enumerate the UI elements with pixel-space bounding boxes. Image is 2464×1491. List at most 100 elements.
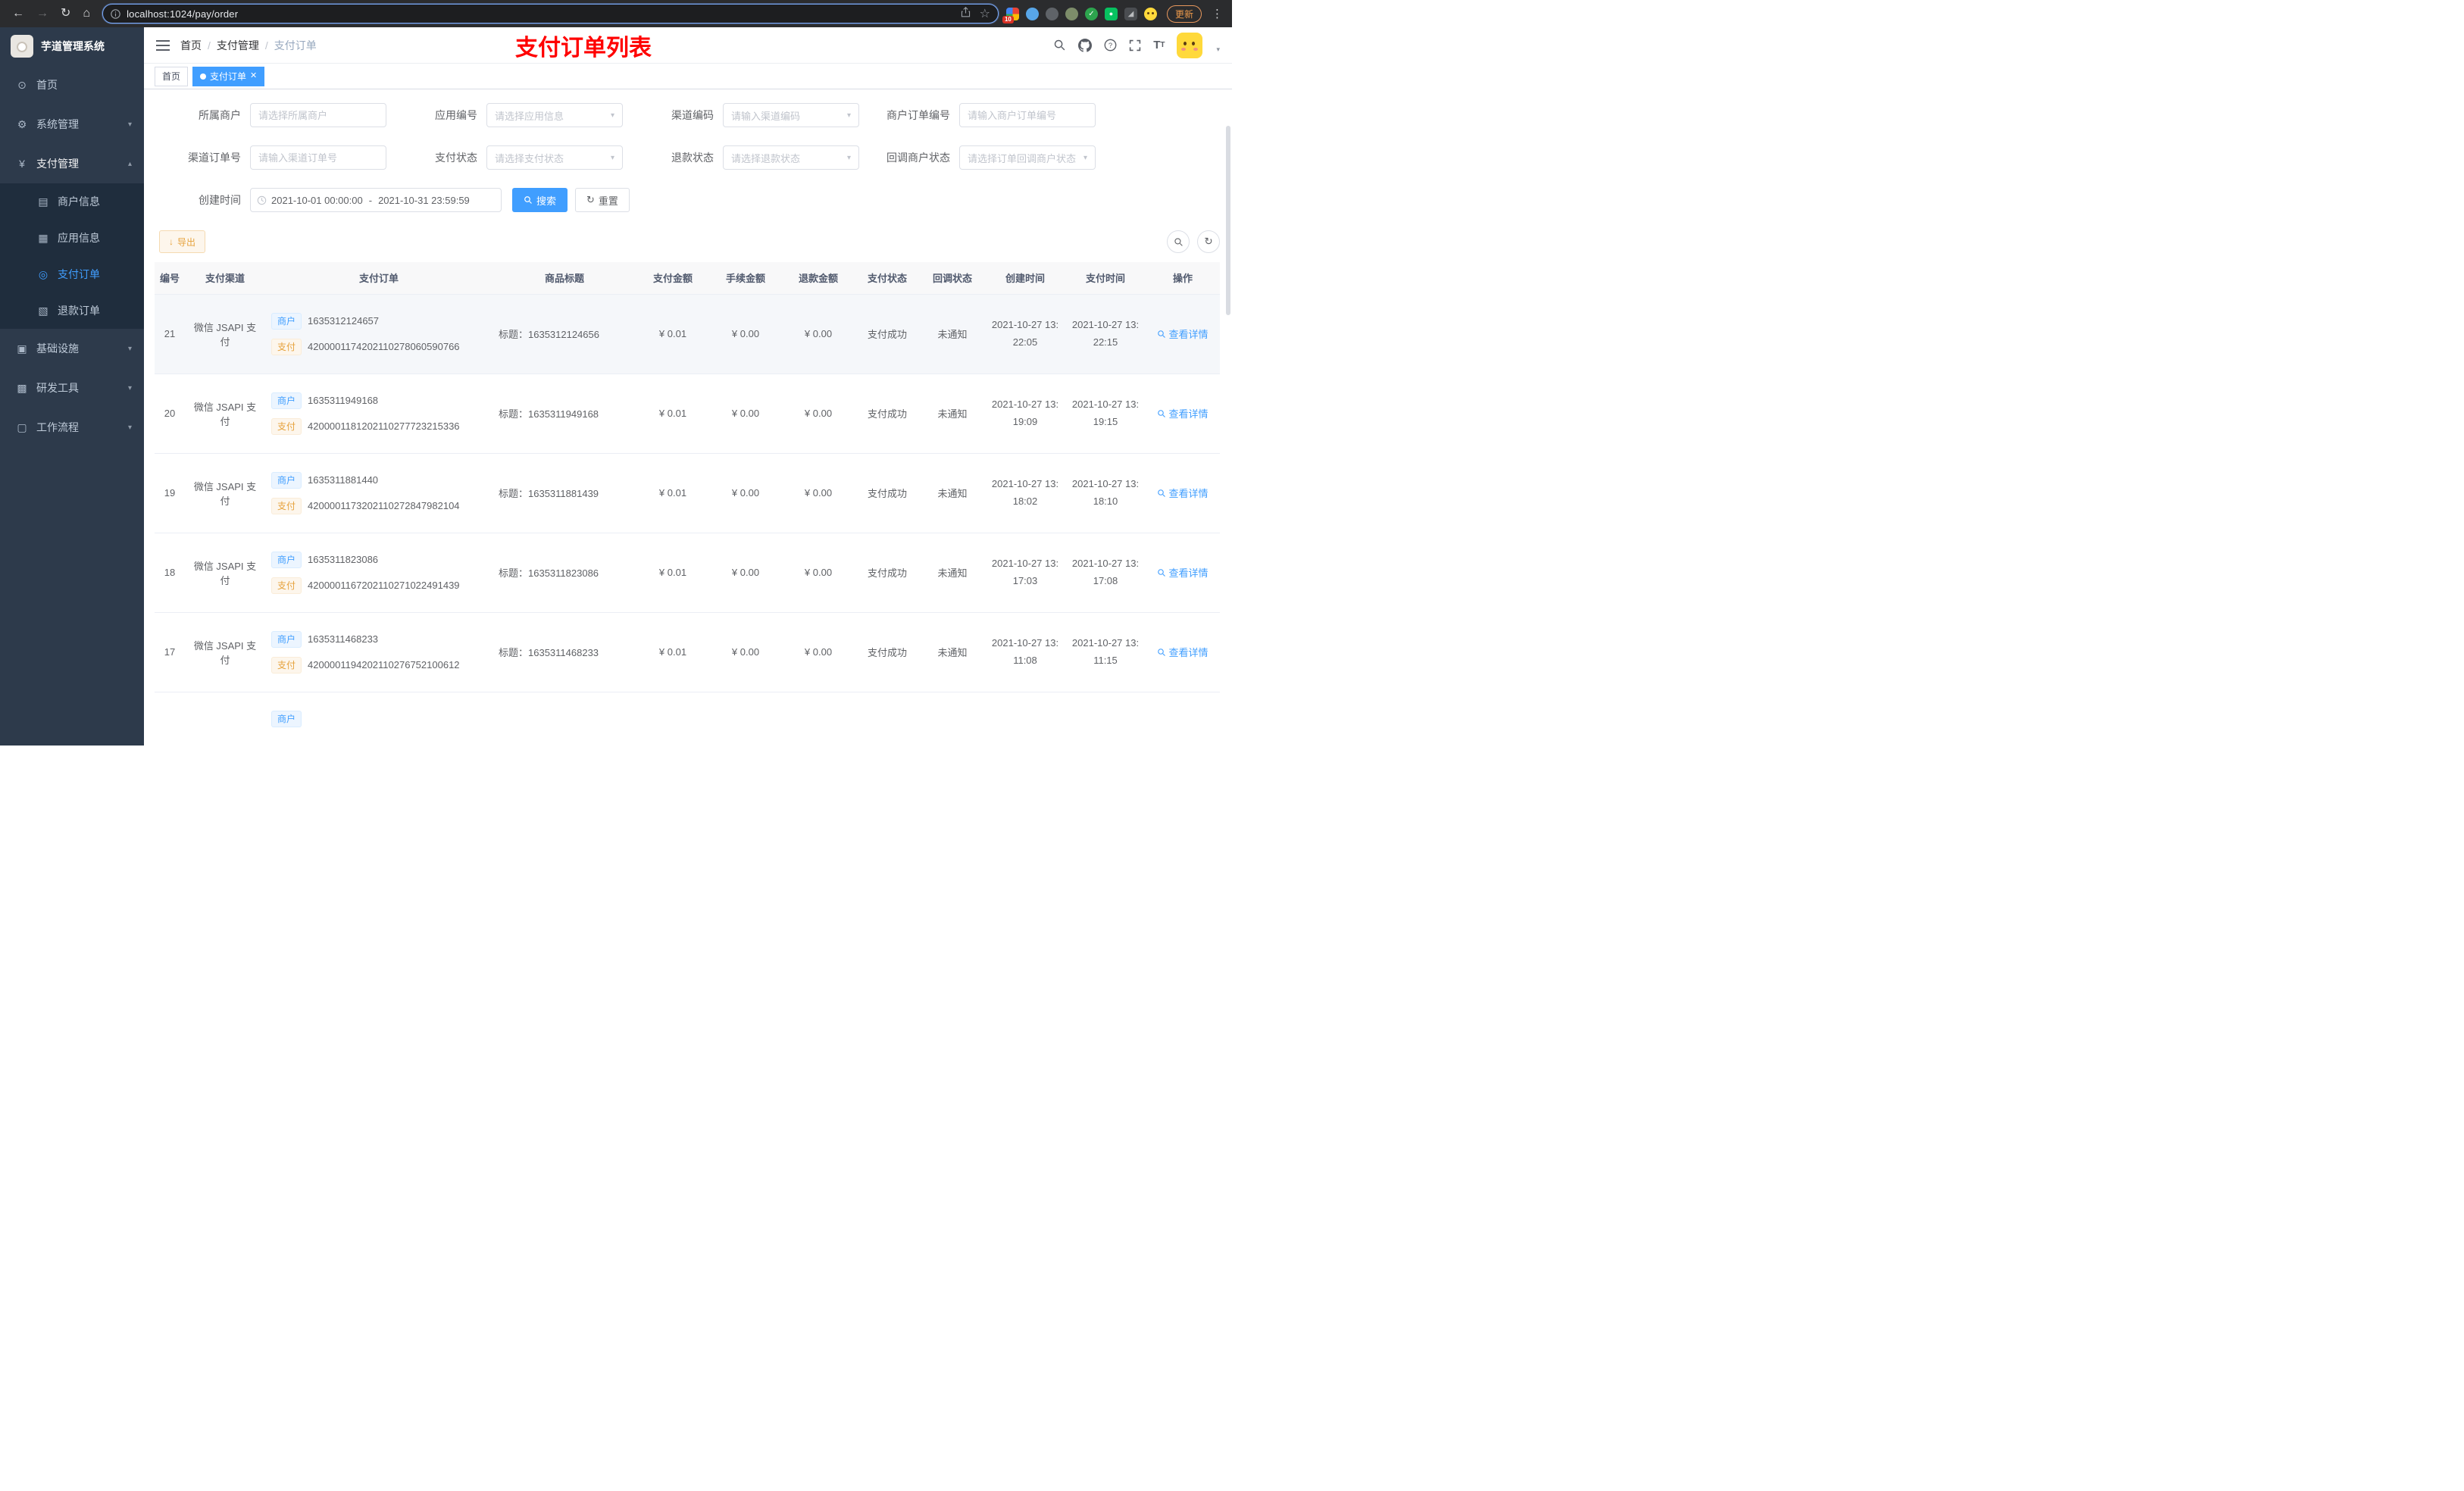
- bookmark-star-icon[interactable]: ☆: [980, 6, 990, 21]
- sidebar-item-home[interactable]: ⊙ 首页: [0, 65, 144, 105]
- github-icon[interactable]: [1078, 38, 1093, 52]
- filter-field-merchant-order-no: 商户订单编号: [864, 103, 1100, 127]
- channel-order-no-input[interactable]: [250, 145, 386, 170]
- pay-status-cell: 支付成功: [855, 374, 920, 454]
- user-avatar[interactable]: [1177, 32, 1203, 58]
- merchant-order-no-input[interactable]: [959, 103, 1096, 127]
- sidebar-item-refund-order[interactable]: ▧ 退款订单: [0, 292, 144, 329]
- pay-channel-cell: 微信 JSAPI 支付: [185, 612, 265, 692]
- share-icon[interactable]: [961, 6, 971, 21]
- view-detail-link[interactable]: 查看详情: [1157, 565, 1209, 580]
- browser-back-button[interactable]: ←: [12, 8, 24, 20]
- create-time-cell: 2021-10-27 13:11:08: [985, 612, 1065, 692]
- search-button[interactable]: 搜索: [512, 188, 568, 212]
- view-detail-link[interactable]: 查看详情: [1157, 327, 1209, 341]
- app-logo[interactable]: 芋道管理系统: [0, 27, 144, 65]
- search-icon: [1158, 568, 1166, 577]
- font-size-icon[interactable]: TT: [1153, 39, 1165, 52]
- page-annotation: 支付订单列表: [515, 35, 652, 61]
- breadcrumb-payment[interactable]: 支付管理: [217, 38, 259, 53]
- refresh-table-button[interactable]: ↻: [1197, 230, 1220, 253]
- table-toolbar-right: ↻: [1167, 230, 1220, 253]
- sidebar-item-merchant-info[interactable]: ▤ 商户信息: [0, 183, 144, 220]
- channel-code-select[interactable]: 请输入渠道编码 ▾: [723, 103, 859, 127]
- hamburger-icon[interactable]: [156, 39, 170, 51]
- sidebar-item-system[interactable]: ⚙ 系统管理 ▾: [0, 105, 144, 144]
- tab-home[interactable]: 首页: [155, 66, 189, 86]
- fee-amount-cell: ¥ 0.00: [709, 612, 782, 692]
- app-id-select[interactable]: 请选择应用信息 ▾: [486, 103, 623, 127]
- view-detail-link[interactable]: 查看详情: [1157, 645, 1209, 659]
- search-icon[interactable]: [1053, 39, 1066, 52]
- pay-channel-cell: 微信 JSAPI 支付: [185, 374, 265, 454]
- view-detail-link[interactable]: 查看详情: [1157, 406, 1209, 420]
- extension-drop-icon[interactable]: [1025, 7, 1039, 20]
- help-icon[interactable]: ?: [1104, 39, 1117, 52]
- filter-field-merchant: 所属商户: [155, 103, 391, 127]
- merchant-tag: 商户: [271, 471, 302, 489]
- toggle-search-button[interactable]: [1167, 230, 1190, 253]
- column-header: 商品标题: [492, 262, 636, 295]
- create-time-range-picker[interactable]: 2021-10-01 00:00:00 - 2021-10-31 23:59:5…: [250, 188, 502, 212]
- browser-home-button[interactable]: ⌂: [83, 8, 90, 20]
- refund-amount-cell: ¥ 0.00: [782, 294, 855, 374]
- refund-amount-cell: ¥ 0.00: [782, 374, 855, 454]
- column-header: 编号: [155, 262, 185, 295]
- sidebar-item-pay-order[interactable]: ◎ 支付订单: [0, 256, 144, 292]
- pay-tag: 支付: [271, 577, 302, 594]
- export-button[interactable]: ↓ 导出: [159, 230, 206, 253]
- fullscreen-icon[interactable]: [1129, 39, 1141, 52]
- address-bar-actions: ☆: [961, 6, 990, 21]
- table-header-row: 编号 支付渠道 支付订单 商品标题 支付金额 手续金额 退款金额 支付状态 回调状态 创建时间 支付…: [155, 262, 1220, 295]
- pay-channel-cell: 微信 JSAPI 支付: [185, 294, 265, 374]
- reset-button[interactable]: ↻ 重置: [575, 188, 630, 212]
- pay-time-cell: 2021-10-27 13:22:15: [1065, 294, 1146, 374]
- table-row: 19 微信 JSAPI 支付 商户 1635311881440 支付 42000…: [155, 453, 1220, 533]
- column-header: 支付状态: [855, 262, 920, 295]
- view-detail-link[interactable]: 查看详情: [1157, 486, 1209, 500]
- chevron-down-icon[interactable]: ▾: [1216, 45, 1220, 58]
- merchant-input[interactable]: [250, 103, 386, 127]
- pay-status-select[interactable]: 请选择支付状态 ▾: [486, 145, 623, 170]
- scrollbar[interactable]: [1226, 126, 1230, 315]
- tab-pay-order[interactable]: 支付订单 ✕: [192, 66, 265, 86]
- app-title: 芋道管理系统: [41, 40, 105, 52]
- extension-green-square-icon[interactable]: ●: [1104, 7, 1118, 20]
- notify-status-cell: 未通知: [920, 612, 985, 692]
- browser-refresh-button[interactable]: ↻: [61, 8, 70, 20]
- tags-view-bar: 首页 支付订单 ✕: [144, 64, 1232, 89]
- browser-toolbar: ← → ↻ ⌂ localhost:1024/pay/order ☆ 10 ✓ …: [0, 0, 1232, 27]
- pay-time-cell: 2021-10-27 13:19:15: [1065, 374, 1146, 454]
- merchant-order-no: 1635311468233: [308, 633, 379, 645]
- chrome-update-button[interactable]: 更新: [1166, 5, 1202, 23]
- close-icon[interactable]: ✕: [250, 72, 257, 80]
- extension-gray-icon[interactable]: [1045, 7, 1058, 20]
- address-bar[interactable]: localhost:1024/pay/order ☆: [102, 4, 999, 23]
- main-area: 首页 / 支付管理 / 支付订单 支付订单列表 ? T T ▾ 首页 支付订单 …: [144, 27, 1232, 746]
- pay-tag: 支付: [271, 656, 302, 674]
- order-id-cell: 19: [155, 453, 185, 533]
- browser-menu-icon[interactable]: ⋮: [1212, 7, 1223, 20]
- filter-form: 所属商户 应用编号 请选择应用信息 ▾: [144, 103, 1232, 212]
- site-info-icon[interactable]: [111, 8, 120, 19]
- breadcrumb-home[interactable]: 首页: [180, 38, 202, 53]
- extension-check-icon[interactable]: ✓: [1084, 7, 1098, 20]
- sidebar-item-payment[interactable]: ¥ 支付管理 ▴: [0, 144, 144, 183]
- pay-order-cell: 商户 1635311468233 支付 42000011942021102767…: [265, 612, 492, 692]
- pinned-extension-icon[interactable]: ◢: [1124, 7, 1137, 20]
- extension-olive-icon[interactable]: [1065, 7, 1078, 20]
- filter-field-notify-status: 回调商户状态 请选择订单回调商户状态 ▾: [864, 145, 1100, 170]
- sidebar-item-workflow[interactable]: ▢ 工作流程 ▾: [0, 408, 144, 447]
- browser-profile-avatar[interactable]: [1143, 7, 1157, 20]
- extension-colorful-icon[interactable]: 10: [1002, 7, 1019, 23]
- sidebar-item-app-info[interactable]: ▦ 应用信息: [0, 220, 144, 256]
- header-actions: ? TT ▾: [1053, 32, 1220, 58]
- refund-status-select[interactable]: 请选择退款状态 ▾: [723, 145, 859, 170]
- channel-pay-no: 4200001173202110272847982104: [308, 500, 460, 511]
- notify-status-select[interactable]: 请选择订单回调商户状态 ▾: [959, 145, 1096, 170]
- sidebar-item-infrastructure[interactable]: ▣ 基础设施 ▾: [0, 329, 144, 368]
- channel-pay-no: 4200001194202110276752100612: [308, 659, 460, 670]
- sidebar-item-devtools[interactable]: ▩ 研发工具 ▾: [0, 368, 144, 408]
- action-cell: 查看详情: [1146, 374, 1220, 454]
- browser-forward-button[interactable]: →: [36, 8, 48, 20]
